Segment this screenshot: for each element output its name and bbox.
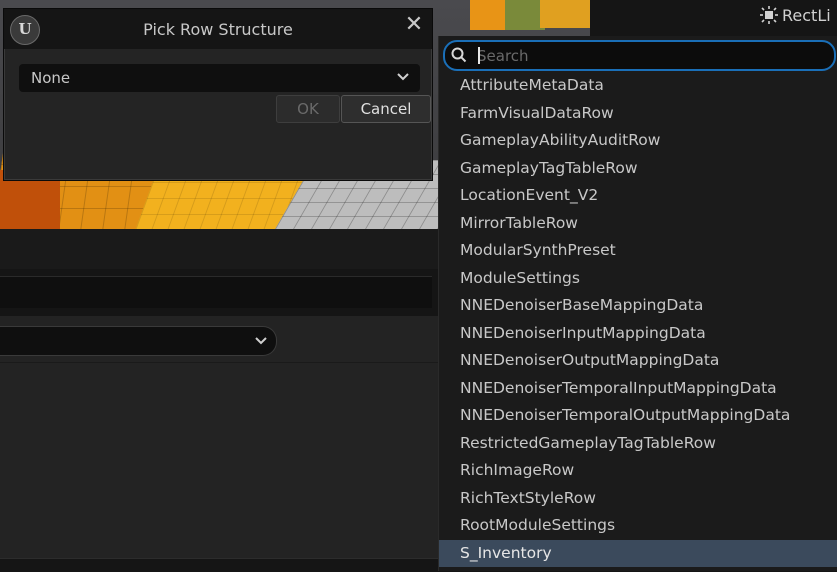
close-icon: ✕	[404, 12, 424, 37]
option-item[interactable]: NNEDenoiserBaseMappingData	[439, 292, 837, 320]
details-header-bar	[0, 229, 440, 269]
text-caret	[478, 47, 480, 64]
divider	[0, 362, 440, 363]
rect-light-label: RectLi	[782, 6, 831, 25]
option-item[interactable]: NNEDenoiserTemporalInputMappingData	[439, 375, 837, 403]
option-item[interactable]: ModularSynthPreset	[439, 237, 837, 265]
details-text-field[interactable]	[0, 276, 432, 308]
search-icon	[451, 47, 467, 63]
chevron-down-icon	[255, 337, 267, 345]
option-item[interactable]: RootModuleSettings	[439, 512, 837, 540]
viewport-top-box	[540, 0, 590, 28]
option-item[interactable]: MirrorTableRow	[439, 210, 837, 238]
ok-button[interactable]: OK	[276, 95, 340, 123]
close-button[interactable]: ✕	[402, 13, 426, 37]
cancel-button[interactable]: Cancel	[341, 95, 431, 123]
rect-light-icon	[760, 6, 778, 24]
dialog-title: Pick Row Structure	[143, 20, 293, 39]
option-item[interactable]: NNEDenoiserOutputMappingData	[439, 347, 837, 375]
dialog-titlebar[interactable]: U Pick Row Structure ✕	[4, 9, 432, 49]
row-structure-combo-box[interactable]: None	[19, 64, 420, 92]
option-item[interactable]: ModuleSettings	[439, 265, 837, 293]
option-item[interactable]: GameplayTagTableRow	[439, 155, 837, 183]
pick-row-structure-dialog: U Pick Row Structure ✕ None OK Cancel	[3, 8, 433, 181]
option-item[interactable]: FarmVisualDataRow	[439, 100, 837, 128]
chevron-down-icon	[397, 73, 409, 81]
rect-light-button[interactable]: RectLi	[760, 6, 831, 25]
row-structure-value: None	[31, 69, 71, 87]
option-item[interactable]: GameplayAbilityAuditRow	[439, 127, 837, 155]
viewport-top-box	[505, 0, 545, 30]
option-item[interactable]: RichTextStyleRow	[439, 485, 837, 513]
option-item[interactable]: AttributeMetaData	[439, 72, 837, 100]
search-input[interactable]	[475, 44, 819, 68]
background-combo-box[interactable]	[0, 326, 277, 356]
bottom-strip	[0, 558, 440, 572]
viewport-top-box	[470, 0, 510, 30]
option-item[interactable]: LocationEvent_V2	[439, 182, 837, 210]
option-item[interactable]: S_Inventory	[439, 539, 837, 567]
option-item[interactable]: RichImageRow	[439, 457, 837, 485]
option-item[interactable]: NNEDenoiserTemporalOutputMappingData	[439, 402, 837, 430]
structure-picker-dropdown: AttributeMetaDataFarmVisualDataRowGamepl…	[438, 36, 837, 571]
option-item[interactable]: NNEDenoiserInputMappingData	[439, 320, 837, 348]
option-item[interactable]: RestrictedGameplayTagTableRow	[439, 430, 837, 458]
option-list: AttributeMetaData FarmVisualDataRow Gamepl…	[439, 72, 837, 567]
search-box[interactable]	[443, 40, 836, 71]
